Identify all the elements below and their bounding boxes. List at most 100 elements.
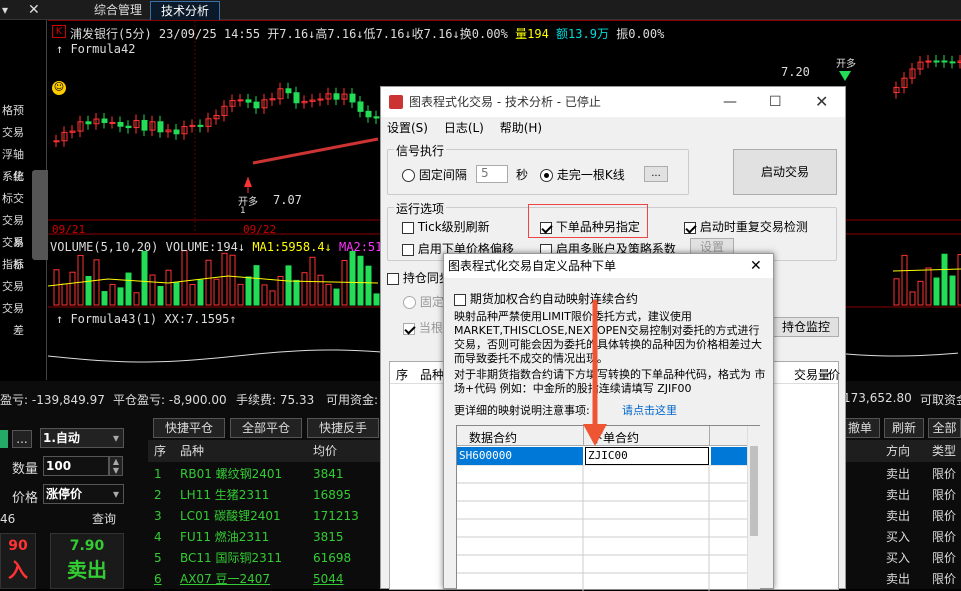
radio-icon: [402, 169, 415, 182]
signal-group: 信号执行 固定间隔 5 秒 走完一根K线 ...: [387, 142, 689, 195]
order-indicator: [0, 430, 8, 448]
cell-direction: 卖出: [886, 572, 911, 586]
order-variety-checkbox[interactable]: 下单品种另指定: [540, 218, 640, 235]
qty-input[interactable]: 100: [43, 456, 109, 476]
scrollbar-thumb[interactable]: [750, 446, 758, 536]
cell-price: 61698: [313, 551, 352, 565]
order-row[interactable]: 买入 限价: [838, 548, 961, 569]
maximize-icon[interactable]: ☐: [769, 87, 782, 117]
date-label-2: 09/22: [243, 223, 277, 236]
tab-technical-analysis[interactable]: 技术分析: [150, 1, 221, 20]
left-strip-item[interactable]: 浮轴化: [0, 144, 46, 183]
order-row[interactable]: 卖出 限价: [838, 506, 961, 527]
interval-input[interactable]: 5: [476, 165, 508, 183]
table-row[interactable]: 4 FU11 燃油2311 3815: [148, 527, 384, 548]
menu-log[interactable]: 日志(L): [444, 121, 484, 135]
col-volume: 交易量: [794, 368, 831, 382]
app-icon: [389, 95, 403, 109]
left-strip-item[interactable]: 格预: [0, 100, 46, 122]
sell-button[interactable]: 7.90 卖出: [50, 533, 124, 589]
tick-refresh-checkbox[interactable]: Tick级别刷新: [402, 218, 490, 235]
auto-select-value: 1.自动: [43, 431, 80, 445]
cell-price: 16895: [313, 488, 352, 502]
col-idx: 序: [154, 444, 167, 458]
checkbox-icon: [540, 221, 552, 234]
col-price: 均价: [313, 444, 338, 458]
cell-idx: 2: [154, 488, 162, 502]
table-row[interactable]: 3 LC01 碳酸锂2401 171213: [148, 506, 384, 527]
cell-idx: 6: [154, 572, 162, 586]
order-row[interactable]: 卖出 限价: [838, 569, 961, 590]
table-row[interactable]: 5 BC11 国际铜2311 61698: [148, 548, 384, 569]
positions-table: 序 品种 均价 1 RB01 螺纹钢2401 3841 2 LH11 生猪2311 168…: [148, 440, 384, 589]
dropdown-icon[interactable]: ▾: [2, 3, 16, 17]
col-price: 价: [828, 368, 841, 382]
col-name: 品种: [180, 444, 205, 458]
left-strip-item[interactable]: 交易: [0, 276, 46, 298]
radio-icon: [540, 169, 553, 182]
annotation-arrow: [583, 300, 607, 446]
quick-reverse-button[interactable]: 快捷反手: [307, 418, 379, 438]
tick-refresh-label: Tick级别刷新: [417, 220, 490, 234]
row-filler: [711, 447, 747, 465]
hold-monitor-button[interactable]: 持仓监控: [773, 317, 839, 337]
close-icon[interactable]: ✕: [750, 254, 762, 278]
order-row[interactable]: 卖出 限价: [838, 464, 961, 485]
price-label: 价格: [12, 491, 39, 506]
dot-button[interactable]: ...: [12, 430, 32, 448]
table-row[interactable]: 6 AX07 豆一2407 5044: [148, 569, 384, 590]
close-icon[interactable]: ✕: [815, 87, 828, 117]
close-all-button[interactable]: 全部平仓: [230, 418, 302, 438]
dots-button[interactable]: ...: [644, 166, 668, 182]
chevron-down-icon: ▾: [112, 431, 119, 445]
cancel-button[interactable]: 撤单: [840, 418, 880, 438]
start-trading-button[interactable]: 启动交易: [733, 149, 837, 195]
left-strip-item[interactable]: 交易: [0, 122, 46, 144]
table-row[interactable]: 2 LH11 生猪2311 16895: [148, 485, 384, 506]
price-mode-select[interactable]: 涨停价 ▾: [43, 484, 124, 504]
order-row[interactable]: 买入 限价: [838, 527, 961, 548]
minimize-icon[interactable]: —: [723, 87, 737, 117]
cell-type: 限价: [932, 551, 957, 565]
cell-direction: 买入: [886, 530, 911, 544]
fixed-interval-radio[interactable]: 固定间隔: [402, 166, 467, 183]
ma1-label: MA1:5958.4↓: [252, 240, 332, 254]
current-label: 当根: [418, 321, 443, 335]
query-button[interactable]: 查询: [84, 510, 124, 528]
all-button[interactable]: 全部: [928, 418, 961, 438]
hold-sync-checkbox[interactable]: 持仓同步: [387, 269, 451, 286]
more-info-link[interactable]: 请点击这里: [622, 402, 677, 418]
sub-dialog-title: 图表程式化交易自定义品种下单: [448, 259, 617, 273]
dialog-title: 图表程式化交易 - 技术分析 - 已停止: [409, 95, 601, 109]
cell-idx: 3: [154, 509, 162, 523]
quick-close-button[interactable]: 快捷平仓: [153, 418, 225, 438]
tab-overview[interactable]: 综合管理: [84, 1, 152, 20]
buy-price: 90: [8, 538, 28, 554]
table-row[interactable]: 1 RB01 螺纹钢2401 3841: [148, 464, 384, 485]
withdraw-label: 可取资金: [920, 393, 961, 407]
order-row[interactable]: 卖出 限价: [838, 485, 961, 506]
auto-select[interactable]: 1.自动 ▾: [40, 428, 124, 448]
fixed-radio[interactable]: 固定: [403, 293, 444, 310]
current-checkbox[interactable]: 当根: [403, 319, 443, 336]
col-direction: 方向: [886, 444, 911, 458]
grid-scrollbar[interactable]: [747, 426, 760, 589]
volume-indicator: VOLUME(5,10,20) VOLUME:194↓ MA1:5958.4↓ …: [50, 240, 411, 254]
cell-direction: 买入: [886, 551, 911, 565]
buy-button[interactable]: 90 入: [0, 533, 36, 589]
checkbox-icon: [387, 272, 399, 285]
checkbox-icon: [454, 293, 466, 306]
auto-map-checkbox[interactable]: 期货加权合约自动映射连续合约: [454, 290, 638, 307]
qty-stepper[interactable]: ▲ ▼: [109, 456, 123, 476]
left-strip-item[interactable]: 交易差: [0, 298, 46, 337]
refresh-button[interactable]: 刷新: [884, 418, 924, 438]
kline-radio[interactable]: 走完一根K线: [540, 166, 625, 183]
desc-text-2: 对于非期货指数合约请下方填写转换的下单品种代码，格式为 市场+代码 例如：中金所…: [454, 368, 766, 395]
data-contract-cell[interactable]: SH600000: [457, 447, 583, 465]
cell-direction: 卖出: [886, 467, 911, 481]
close-icon[interactable]: ✕: [28, 2, 44, 18]
menu-help[interactable]: 帮助(H): [500, 121, 542, 135]
auto-check-checkbox[interactable]: 启动时重复交易检测: [684, 218, 808, 235]
run-options-title: 运行选项: [394, 200, 447, 217]
menu-settings[interactable]: 设置(S): [387, 121, 428, 135]
